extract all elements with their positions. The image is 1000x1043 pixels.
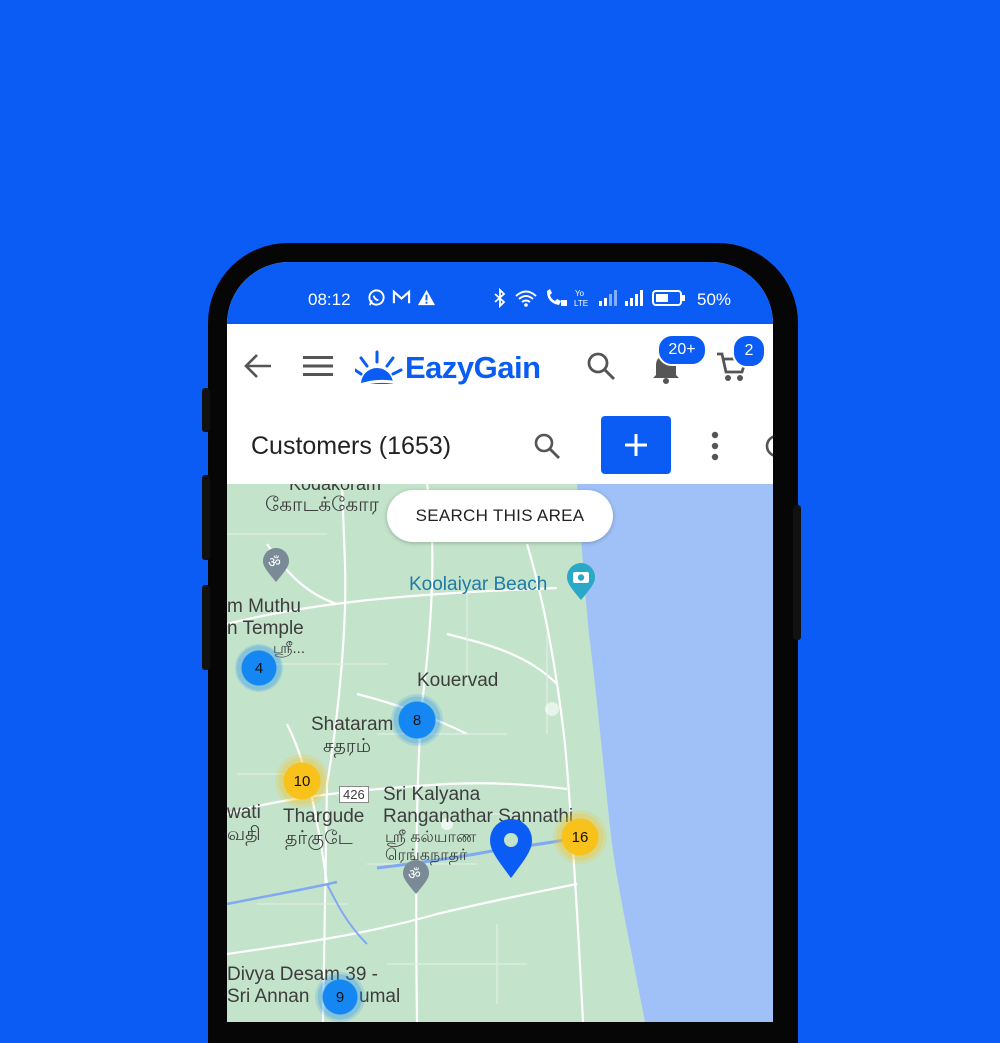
svg-text:ॐ: ॐ xyxy=(268,555,281,571)
whatsapp-icon xyxy=(368,289,385,306)
map-label: கோடக்கோர xyxy=(265,494,379,516)
status-time: 08:12 xyxy=(308,290,351,309)
map-label: தர்குடே xyxy=(285,828,353,849)
map-label: Koolaiyar Beach xyxy=(409,574,548,595)
page-title: Customers (1653) xyxy=(251,432,452,460)
customer-cluster-marker[interactable]: 8 xyxy=(391,694,443,746)
more-options-icon[interactable] xyxy=(709,430,721,462)
map-label: wati xyxy=(227,802,261,823)
customer-map[interactable]: Kodakoram கோடக்கோர Koolaiyar Beach m Mut… xyxy=(227,484,773,1022)
phone-side-button xyxy=(202,388,210,432)
map-label: Sri Annan xyxy=(227,986,310,1007)
customer-cluster-marker[interactable]: 10 xyxy=(275,754,329,808)
plus-icon xyxy=(625,434,647,456)
cluster-count: 9 xyxy=(335,988,345,1006)
wifi-calling-icon xyxy=(547,289,567,306)
svg-text:ॐ: ॐ xyxy=(408,867,421,883)
svg-text:LTE: LTE xyxy=(574,299,588,308)
bluetooth-icon xyxy=(494,288,506,308)
signal-icon xyxy=(599,290,617,306)
temple-place-icon[interactable]: ॐ xyxy=(261,548,291,584)
sun-logo-icon xyxy=(355,350,403,388)
clock-icon[interactable] xyxy=(763,432,773,460)
volte-icon: YoLTE xyxy=(574,289,588,308)
map-label: umal xyxy=(359,986,401,1007)
warning-icon xyxy=(417,289,436,306)
map-label: Ranganathar Sannathi xyxy=(383,806,574,827)
gmail-icon xyxy=(392,289,411,304)
wifi-icon xyxy=(515,290,537,307)
cluster-count: 10 xyxy=(293,772,311,790)
phone-power-button xyxy=(793,505,801,640)
map-label: m Muthu xyxy=(227,596,301,617)
temple-place-icon[interactable]: ॐ xyxy=(401,860,431,896)
add-customer-button[interactable] xyxy=(601,416,671,474)
map-background xyxy=(227,484,773,1022)
notification-count-badge: 20+ xyxy=(657,334,707,366)
customers-toolbar: Customers (1653) xyxy=(227,408,773,485)
search-icon[interactable] xyxy=(585,350,617,382)
cluster-count: 8 xyxy=(412,711,422,729)
cluster-count: 4 xyxy=(254,659,264,677)
signal-icon xyxy=(625,290,643,306)
status-bar: 08:12 Yo LTE 50% xyxy=(227,262,773,324)
brand-name: EazyGain xyxy=(405,350,541,385)
cart-count-badge: 2 xyxy=(732,334,766,368)
map-label: Thargude xyxy=(283,806,365,827)
cluster-count: 16 xyxy=(571,828,589,846)
battery-icon xyxy=(652,290,685,306)
search-this-area-button[interactable]: SEARCH THIS AREA xyxy=(387,490,613,542)
customer-cluster-marker[interactable]: 16 xyxy=(553,810,607,864)
app-bar: EazyGain 20+ 2 xyxy=(227,324,773,408)
svg-text:Yo: Yo xyxy=(575,289,585,298)
camera-place-icon[interactable] xyxy=(565,562,597,602)
phone-volume-up-button xyxy=(202,475,210,560)
phone-screen: 08:12 Yo LTE 50% EazyGain 20+ 2 Customer… xyxy=(227,262,773,1022)
map-label: n Temple xyxy=(227,618,304,639)
map-label: Sri Kalyana xyxy=(383,784,481,805)
brand-logo[interactable]: EazyGain xyxy=(355,346,541,390)
hamburger-menu-icon[interactable] xyxy=(303,354,333,378)
map-label: ஸ்ரீ கல்யாண xyxy=(385,829,477,846)
map-label: Kouervad xyxy=(417,670,499,691)
map-road-shield: 426 xyxy=(339,786,369,803)
battery-percent: 50% xyxy=(697,290,732,309)
phone-volume-down-button xyxy=(202,585,210,670)
map-label: Shataram xyxy=(311,714,394,735)
location-pin-icon[interactable] xyxy=(488,818,534,880)
map-label: வதி xyxy=(227,824,261,845)
back-arrow-icon[interactable] xyxy=(243,352,273,380)
customer-cluster-marker[interactable]: 9 xyxy=(315,972,365,1022)
customer-cluster-marker[interactable]: 4 xyxy=(235,644,283,692)
map-label: சதரம் xyxy=(323,736,372,757)
customer-search-icon[interactable] xyxy=(533,432,561,460)
